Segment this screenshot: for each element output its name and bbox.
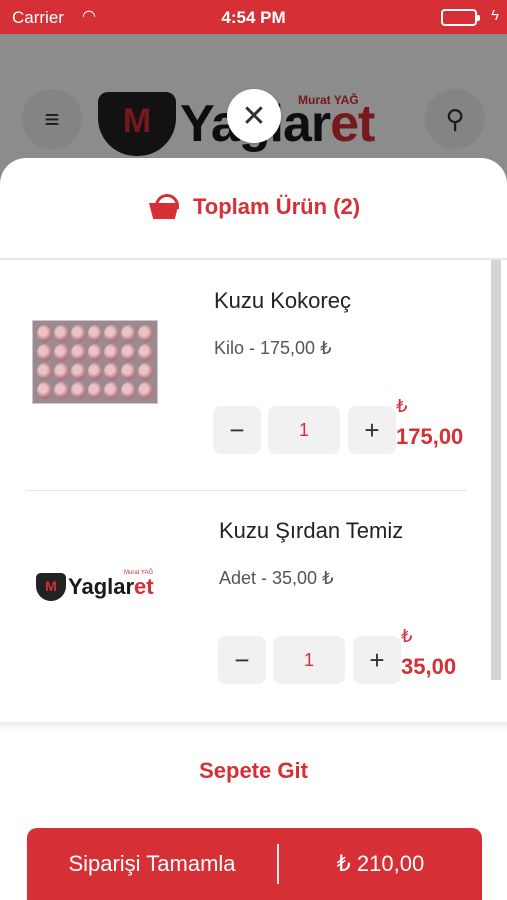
item-total-price: 175,00	[396, 424, 464, 449]
quantity-value: 1	[273, 636, 345, 684]
status-bar: Carrier ◠ 4:54 PM ϟ	[0, 0, 507, 34]
product-name: Kuzu Şırdan Temiz	[219, 518, 404, 543]
plus-icon: +	[364, 414, 380, 445]
product-unit-price: Adet - 35,00 ₺	[219, 568, 334, 588]
clock: 4:54 PM	[221, 8, 286, 27]
product-image	[32, 320, 158, 404]
cart-title: Toplam Ürün (2)	[0, 194, 507, 220]
cart-item-list[interactable]: Kuzu Kokoreç Kilo - 175,00 ₺ − 1 + ₺ 175…	[0, 260, 507, 722]
bull-logo-icon	[36, 573, 66, 601]
increase-quantity-button[interactable]: +	[353, 636, 401, 684]
currency-symbol: ₺	[396, 396, 408, 416]
scrollbar[interactable]	[491, 260, 501, 680]
complete-order-label: Siparişi Tamamla	[68, 851, 236, 876]
currency-symbol: ₺	[401, 626, 413, 646]
cart-item: Yaglaret Murat YAĞ Kuzu Şırdan Temiz Ade…	[0, 490, 490, 720]
minus-icon: −	[229, 414, 245, 445]
minus-icon: −	[234, 644, 250, 675]
increase-quantity-button[interactable]: +	[348, 406, 396, 454]
quantity-value: 1	[268, 406, 340, 454]
complete-order-button[interactable]: Siparişi Tamamla ₺ 210,00	[27, 828, 482, 900]
cart-item: Kuzu Kokoreç Kilo - 175,00 ₺ − 1 + ₺ 175…	[0, 260, 490, 490]
close-icon: ✕	[241, 99, 267, 133]
plus-icon: +	[369, 644, 385, 675]
order-total: ₺ 210,00	[336, 851, 425, 876]
go-to-cart-link[interactable]: Sepete Git	[0, 758, 507, 784]
cart-title-text: Toplam Ürün (2)	[192, 194, 361, 219]
product-unit-price: Kilo - 175,00 ₺	[214, 338, 332, 358]
charging-icon: ϟ	[491, 7, 499, 24]
divider	[0, 722, 507, 730]
product-image: Yaglaret Murat YAĞ	[36, 570, 164, 604]
close-button[interactable]: ✕	[227, 89, 281, 143]
button-divider	[277, 844, 279, 884]
battery-icon	[441, 9, 480, 26]
basket-icon	[147, 194, 181, 220]
item-total-price: 35,00	[401, 654, 457, 679]
product-name: Kuzu Kokoreç	[214, 288, 351, 313]
cart-sheet: Toplam Ürün (2) Kuzu Kokoreç Kilo - 175,…	[0, 158, 507, 900]
decrease-quantity-button[interactable]: −	[218, 636, 266, 684]
decrease-quantity-button[interactable]: −	[213, 406, 261, 454]
